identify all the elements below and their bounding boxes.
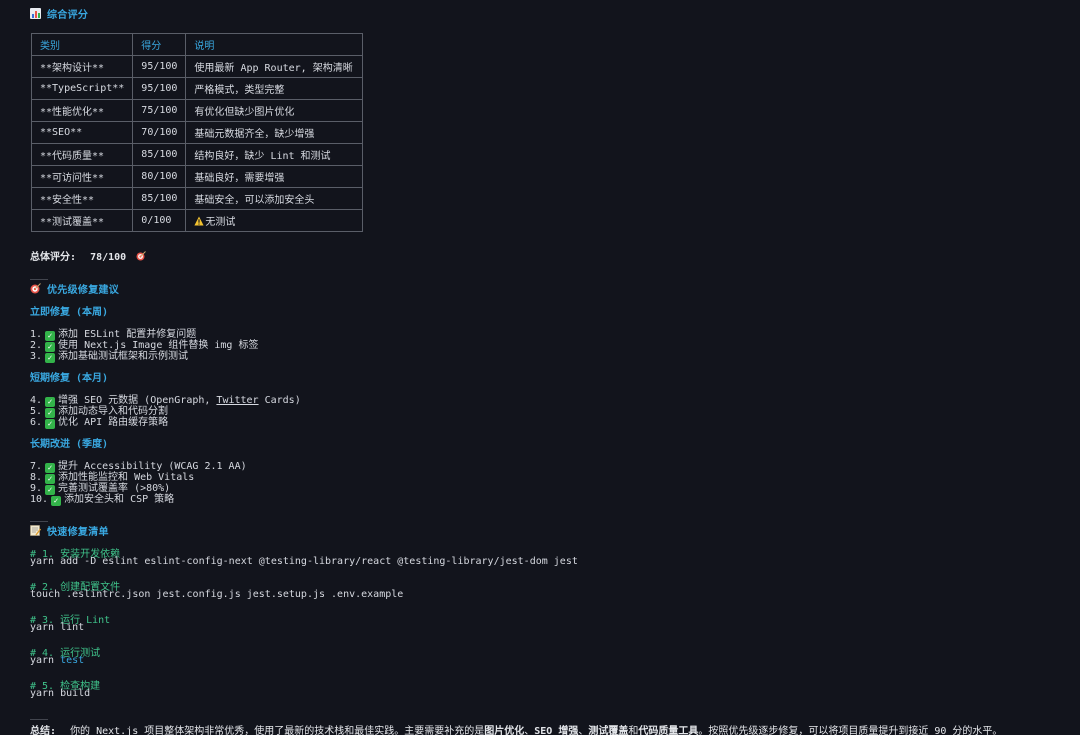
list-item: 3. ✓ 添加基础测试框架和示例测试 bbox=[30, 347, 188, 363]
table-row: **可访问性** 80/100 基础良好，需要增强 bbox=[30, 165, 364, 188]
target-icon bbox=[30, 283, 41, 294]
horizontal-rule: ___ bbox=[30, 269, 49, 280]
summary-text: 你的 Next.js 项目整体架构非常优秀，使用了最新的技术栈和最佳实践。主要需… bbox=[70, 726, 485, 735]
table-cell-category: **性能优化** bbox=[30, 99, 134, 122]
table-cell-score: 85/100 bbox=[132, 143, 187, 166]
summary-separator: 、 bbox=[578, 726, 589, 735]
table-row: **安全性** 85/100 基础安全，可以添加安全头 bbox=[30, 187, 364, 210]
check-mark-icon: ✓ bbox=[45, 353, 56, 363]
section-score-title: 综合评分 bbox=[47, 10, 89, 21]
summary-text-end: 。按照优先级逐步修复，可以将项目质量提升到接近 90 分的水平。 bbox=[698, 726, 1003, 735]
table-cell-description: 基础良好，需要增强 bbox=[185, 165, 364, 188]
list-item-text: 添加基础测试框架和示例测试 bbox=[58, 351, 189, 362]
horizontal-rule: ___ bbox=[30, 709, 49, 720]
list-item-number: 6. bbox=[30, 417, 43, 428]
table-cell-description: 结构良好，缺少 Lint 和测试 bbox=[185, 143, 364, 166]
target-icon bbox=[136, 251, 147, 264]
summary-separator: 和 bbox=[628, 726, 639, 735]
markdown-output: 综合评分 类别 得分 说明 **架构设计** 95/100 使用最新 App R… bbox=[0, 0, 1080, 735]
list-item-text: 添加安全头和 CSP 策略 bbox=[64, 494, 175, 505]
table-header-category: 类别 bbox=[30, 33, 134, 56]
table-cell-score: 80/100 bbox=[132, 165, 187, 188]
table-cell-category: **代码质量** bbox=[30, 143, 134, 166]
table-cell-category: **架构设计** bbox=[30, 55, 134, 78]
section-priority-heading: 优先级修复建议 bbox=[30, 281, 119, 296]
twitter-link[interactable]: Twitter bbox=[216, 395, 258, 406]
table-cell-score: 95/100 bbox=[132, 77, 187, 100]
bar-chart-icon bbox=[30, 8, 41, 19]
table-cell-category: **测试覆盖** bbox=[30, 209, 134, 232]
table-cell-category: **TypeScript** bbox=[30, 77, 134, 100]
priority-group-title: 长期改进 (季度) bbox=[30, 439, 109, 450]
table-row: **性能优化** 75/100 有优化但缺少图片优化 bbox=[30, 99, 364, 122]
table-cell-description: 有优化但缺少图片优化 bbox=[185, 99, 364, 122]
check-mark-icon: ✓ bbox=[45, 419, 56, 429]
table-cell-description-with-icon: 无测试 bbox=[185, 209, 364, 232]
code-command: yarn add -D eslint eslint-config-next @t… bbox=[30, 556, 578, 567]
list-item-number: 10. bbox=[30, 494, 49, 505]
list-item-number: 3. bbox=[30, 351, 43, 362]
summary-label: 总结: bbox=[30, 726, 57, 735]
memo-icon bbox=[30, 525, 42, 536]
code-command: touch .eslintrc.json jest.config.js jest… bbox=[30, 589, 404, 600]
table-cell-description: 严格模式，类型完整 bbox=[185, 77, 364, 100]
total-score: 总体评分: 78/100 bbox=[30, 248, 147, 264]
table-header-row: 类别 得分 说明 bbox=[30, 33, 364, 56]
table-row: **TypeScript** 95/100 严格模式，类型完整 bbox=[30, 77, 364, 100]
score-table: 类别 得分 说明 **架构设计** 95/100 使用最新 App Router… bbox=[30, 33, 364, 232]
table-row: **测试覆盖** 0/100 无测试 bbox=[30, 209, 364, 232]
code-command: yarn build bbox=[30, 688, 91, 699]
code-command: yarn test bbox=[30, 655, 84, 666]
list-item-text: 优化 API 路由缓存策略 bbox=[58, 417, 169, 428]
summary-bold: SEO 增强 bbox=[534, 726, 579, 735]
summary-separator: 、 bbox=[524, 726, 535, 735]
code-command: yarn lint bbox=[30, 622, 85, 633]
list-item: 10. ✓ 添加安全头和 CSP 策略 bbox=[30, 490, 174, 506]
table-cell-category: **SEO** bbox=[30, 121, 134, 144]
summary-line: 总结: 你的 Next.js 项目整体架构非常优秀，使用了最新的技术栈和最佳实践… bbox=[30, 722, 1002, 735]
table-header-score: 得分 bbox=[132, 33, 187, 56]
code-keyword: test bbox=[60, 655, 85, 666]
table-cell-score: 75/100 bbox=[132, 99, 187, 122]
priority-group-title: 立即修复 (本周) bbox=[30, 307, 109, 318]
table-cell-description: 无测试 bbox=[205, 216, 236, 228]
total-score-label: 总体评分: bbox=[30, 252, 77, 263]
section-score-heading: 综合评分 bbox=[30, 6, 88, 21]
summary-bold: 图片优化 bbox=[484, 726, 525, 735]
list-item: 6. ✓ 优化 API 路由缓存策略 bbox=[30, 413, 168, 429]
code-command-text: yarn bbox=[30, 655, 61, 666]
warning-icon bbox=[194, 216, 205, 229]
table-row: **架构设计** 95/100 使用最新 App Router, 架构清晰 bbox=[30, 55, 364, 78]
section-quickfix-heading: 快速修复清单 bbox=[30, 523, 109, 538]
check-mark-icon: ✓ bbox=[51, 496, 62, 506]
summary-bold: 代码质量工具 bbox=[638, 726, 699, 735]
section-quickfix-title: 快速修复清单 bbox=[47, 527, 109, 538]
table-cell-category: **安全性** bbox=[30, 187, 134, 210]
table-header-description: 说明 bbox=[185, 33, 364, 56]
summary-bold: 测试覆盖 bbox=[588, 726, 629, 735]
table-cell-score: 95/100 bbox=[132, 55, 187, 78]
table-row: **代码质量** 85/100 结构良好，缺少 Lint 和测试 bbox=[30, 143, 364, 166]
table-cell-description: 基础元数据齐全，缺少增强 bbox=[185, 121, 364, 144]
table-cell-score: 70/100 bbox=[132, 121, 187, 144]
table-cell-score: 85/100 bbox=[132, 187, 187, 210]
table-cell-score: 0/100 bbox=[132, 209, 187, 232]
table-cell-description: 基础安全，可以添加安全头 bbox=[185, 187, 364, 210]
horizontal-rule: ___ bbox=[30, 511, 49, 522]
table-row: **SEO** 70/100 基础元数据齐全，缺少增强 bbox=[30, 121, 364, 144]
section-priority-title: 优先级修复建议 bbox=[47, 285, 120, 296]
table-cell-category: **可访问性** bbox=[30, 165, 134, 188]
priority-group-title: 短期修复 (本月) bbox=[30, 373, 109, 384]
list-item-text-end: Cards) bbox=[258, 395, 301, 406]
table-cell-description: 使用最新 App Router, 架构清晰 bbox=[185, 55, 364, 78]
total-score-value: 78/100 bbox=[90, 252, 127, 263]
